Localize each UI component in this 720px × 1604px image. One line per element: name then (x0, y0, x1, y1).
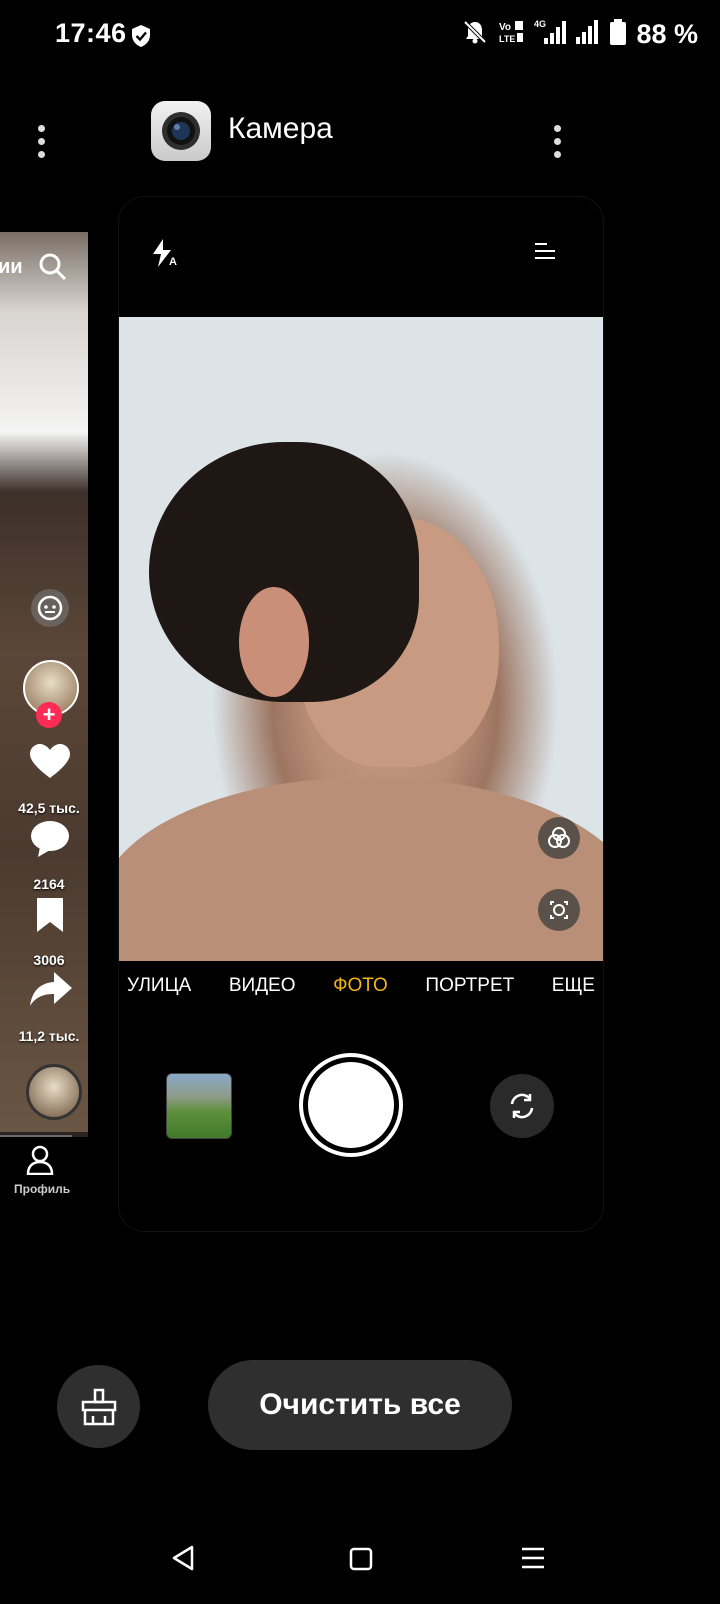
svg-text:LTE: LTE (499, 34, 515, 44)
saves-count: 3006 (33, 952, 65, 968)
mode-photo[interactable]: ФОТО (333, 975, 388, 997)
music-disc-avatar[interactable] (26, 1064, 82, 1120)
bell-muted-icon (462, 19, 488, 50)
camera-viewfinder[interactable] (119, 317, 603, 961)
comment-icon[interactable] (30, 820, 70, 863)
status-icons: Vo LTE 4G 88 % (462, 18, 698, 51)
bookmark-icon[interactable] (35, 896, 65, 939)
comments-count: 2164 (33, 876, 65, 892)
mode-video[interactable]: ВИДЕО (229, 975, 296, 997)
clean-memory-button[interactable] (57, 1365, 140, 1448)
battery-icon (610, 19, 627, 50)
beauty-face-icon[interactable] (538, 889, 580, 931)
mode-street[interactable]: УЛИЦА (127, 975, 191, 997)
shield-icon (130, 24, 152, 53)
switch-camera-button[interactable] (490, 1074, 554, 1138)
camera-app-title: Камера (228, 112, 333, 145)
volte-icon: Vo LTE (498, 19, 524, 50)
filters-icon[interactable] (538, 817, 580, 859)
camera-mode-strip: УЛИЦА ВИДЕО ФОТО ПОРТРЕТ ЕЩЕ (119, 975, 603, 997)
shutter-button[interactable] (308, 1062, 394, 1148)
tiktok-app-card[interactable]: ии + 42,5 тыс. 2164 3006 11,2 тыс. Профи… (0, 232, 88, 1226)
svg-text:Vo: Vo (499, 22, 511, 33)
profile-icon[interactable] (26, 1145, 54, 1180)
search-icon[interactable] (38, 252, 68, 287)
viewfinder-subject-ear (239, 587, 309, 697)
mode-more[interactable]: ЕЩЕ (552, 975, 595, 997)
camera-card-menu-icon[interactable] (554, 125, 561, 164)
likes-count: 42,5 тыс. (18, 800, 80, 816)
share-icon[interactable] (30, 972, 72, 1013)
follow-plus-icon[interactable]: + (36, 702, 62, 728)
divider (0, 1135, 72, 1137)
shares-count: 11,2 тыс. (18, 1028, 80, 1044)
tiktok-card-menu-icon[interactable] (38, 125, 45, 164)
switch-camera-icon (510, 1093, 534, 1119)
camera-app-icon[interactable] (151, 101, 211, 161)
gallery-thumbnail[interactable] (166, 1073, 232, 1139)
svg-text:4G: 4G (534, 19, 546, 29)
svg-text:A: A (169, 256, 177, 268)
ai-assist-icon[interactable] (31, 589, 69, 627)
signal-4g-icon: 4G (534, 18, 567, 51)
nav-recents-icon[interactable] (520, 1546, 546, 1575)
tiktok-header-partial-text: ии (0, 256, 23, 278)
nav-home-icon[interactable] (349, 1547, 373, 1576)
clear-all-button[interactable]: Очистить все (208, 1360, 512, 1450)
battery-percent: 88 % (636, 19, 698, 49)
signal-icon (576, 19, 600, 50)
mode-portrait[interactable]: ПОРТРЕТ (425, 975, 514, 997)
flash-auto-icon[interactable]: A (149, 237, 181, 274)
nav-back-icon[interactable] (170, 1544, 196, 1577)
heart-icon[interactable] (30, 744, 70, 785)
viewfinder-subject-shoulders (119, 777, 603, 961)
nav-profile-label: Профиль (14, 1182, 71, 1196)
camera-settings-menu-icon[interactable] (533, 241, 557, 266)
camera-app-card[interactable]: A УЛИЦА ВИДЕО ФОТО ПОРТРЕТ ЕЩЕ (118, 196, 604, 1232)
broom-icon (81, 1388, 116, 1425)
status-time: 17:46 (55, 18, 127, 48)
